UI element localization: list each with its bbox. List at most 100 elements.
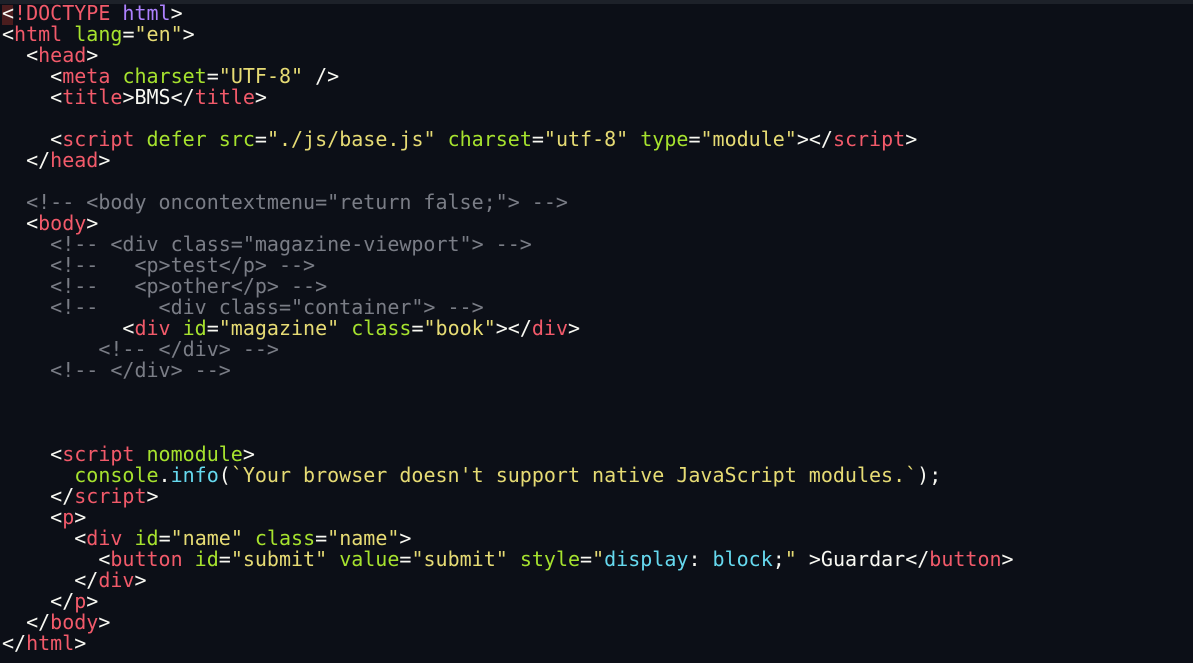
code-token-text: ); [917,463,942,487]
code-line[interactable]: </html> [2,633,1014,654]
code-line[interactable]: <!-- </div> --> [2,360,1014,381]
code-line[interactable]: <button id="submit" value="submit" style… [2,547,1014,571]
code-line[interactable]: console.info(`Your browser doesn't suppo… [2,465,1014,486]
code-token-attribute: value [339,547,400,571]
code-token-text: > [1001,547,1014,571]
code-token-string: " [592,547,605,571]
code-token-attribute: src [218,127,255,151]
code-token-text: ></ [796,127,833,151]
code-line[interactable]: </body> [2,612,1014,633]
code-token-text: . [158,463,171,487]
code-line[interactable]: <!-- <div class="container"> --> [2,297,1014,318]
code-token-attribute: style [519,547,581,571]
code-token-text: > [254,85,267,109]
code-line[interactable] [2,381,1014,402]
code-token-function: info [170,463,219,487]
code-token-attribute: type [640,127,689,151]
code-token-tag: title [194,85,255,109]
code-token-text: = [218,547,231,571]
code-token-comment: <!-- </div> --> [2,358,231,382]
code-token-tag: div [98,568,135,592]
code-token-text: = [411,316,424,340]
code-token-text: > [98,610,111,634]
code-line[interactable]: <html lang="en"> [2,24,1014,45]
code-line[interactable]: </div> [2,570,1014,591]
code-token-text: ; [772,547,785,571]
code-token-function: display [604,547,689,571]
code-token-attribute: defer [146,127,207,151]
code-line[interactable]: <!-- <p>other</p> --> [2,276,1014,297]
code-token-text: >Guardar</ [796,547,930,571]
code-token-string: "submit" [411,547,508,571]
code-line[interactable]: <!DOCTYPE html> [2,3,1014,24]
code-line[interactable] [2,423,1014,444]
code-token-text: = [531,127,544,151]
code-token-text: > [146,484,159,508]
code-token-attribute: id [194,547,219,571]
code-line[interactable]: <!-- <div class="magazine-viewport"> --> [2,234,1014,255]
code-line[interactable] [2,402,1014,423]
code-token-string: " [784,547,797,571]
code-token-attribute: charset [447,127,532,151]
code-token-text: = [688,127,701,151]
code-token-text: = [254,127,267,151]
code-line[interactable]: <head> [2,45,1014,66]
code-line[interactable]: <title>BMS</title> [2,87,1014,108]
code-token-text: >BMS</ [122,85,195,109]
code-token-function: block [712,547,773,571]
code-line[interactable]: <div id="name" class="name"> [2,528,1014,549]
code-line[interactable]: <script defer src="./js/base.js" charset… [2,129,1014,150]
code-token-tag: div [531,316,568,340]
code-editor[interactable]: <!DOCTYPE html> <html lang="en"> <head> <… [0,0,1193,663]
code-token-attribute: class [351,316,412,340]
code-token-text: ></ [495,316,532,340]
code-token-text: /> [303,64,340,88]
code-line[interactable]: </script> [2,486,1014,507]
code-token-string: "utf-8" [543,127,629,151]
code-token-tag: script [832,127,906,151]
code-token-string: "./js/base.js" [266,127,436,151]
code-token-string: "en" [134,22,183,46]
code-token-text: = [122,22,135,46]
code-line[interactable]: <meta charset="UTF-8" /> [2,66,1014,87]
code-token-text: </ [2,631,27,655]
code-area[interactable]: <!DOCTYPE html> <html lang="en"> <head> <… [2,3,1014,654]
code-token-tag: button [929,547,1002,571]
code-line[interactable]: <p> [2,507,1014,528]
code-line[interactable]: </p> [2,591,1014,612]
code-token-tag: head [50,148,99,172]
code-token-string: "module" [700,127,797,151]
code-line[interactable]: <div id="magazine" class="book"></div> [2,318,1014,339]
code-line[interactable]: </head> [2,150,1014,171]
code-token-text: ( [218,463,231,487]
code-line[interactable]: <script nomodule> [2,444,1014,465]
code-token-text: = [399,547,412,571]
code-token-string: `Your browser doesn't support native Jav… [230,463,918,487]
code-line[interactable] [2,171,1014,192]
code-token-text: > [98,148,111,172]
code-token-string: "submit" [230,547,328,571]
code-token-text: : [688,547,713,571]
code-line[interactable]: <!-- <p>test</p> --> [2,255,1014,276]
code-token-text: > [568,316,581,340]
code-token-text: > [134,568,147,592]
code-token-tag: title [62,85,123,109]
code-token-text: = [580,547,593,571]
code-line[interactable] [2,108,1014,129]
code-line[interactable]: <!-- </div> --> [2,339,1014,360]
code-line[interactable]: <!-- <body oncontextmenu="return false;"… [2,192,1014,213]
code-token-text: > [182,22,195,46]
code-token-string: "book" [423,316,496,340]
code-line[interactable]: <body> [2,213,1014,234]
code-token-text: > [74,631,87,655]
code-token-tag: html [26,631,75,655]
code-token-text: > [905,127,918,151]
